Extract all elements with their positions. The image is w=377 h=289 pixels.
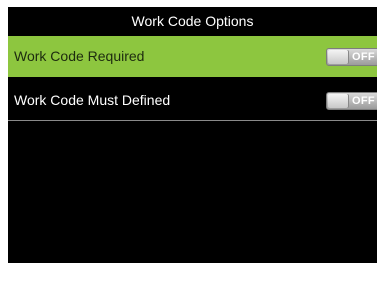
page: Work Code Options Work Code Required OFF… <box>0 0 377 289</box>
work-code-must-defined-toggle[interactable]: OFF <box>326 92 377 110</box>
toggle-knob-icon <box>328 50 348 64</box>
option-label-work-code-required: Work Code Required <box>14 48 145 64</box>
option-row-work-code-required[interactable]: Work Code Required OFF <box>8 36 377 77</box>
option-label-work-code-must-defined: Work Code Must Defined <box>14 92 171 108</box>
toggle-state-label: OFF <box>352 51 375 63</box>
device-screen: Work Code Options Work Code Required OFF… <box>8 7 377 263</box>
page-title: Work Code Options <box>8 7 377 36</box>
toggle-state-label: OFF <box>352 95 375 107</box>
toggle-knob-icon <box>328 94 348 108</box>
work-code-required-toggle[interactable]: OFF <box>326 48 377 66</box>
option-row-work-code-must-defined[interactable]: Work Code Must Defined OFF <box>8 80 377 121</box>
